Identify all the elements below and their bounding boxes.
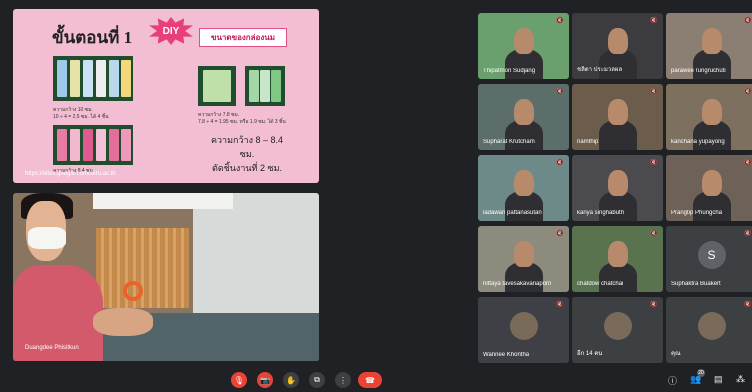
caption-2b: 7.8 ÷ 4 = 1.95 ซม. หรือ 1.9 ซม. ได้ 3 ชิ… — [198, 119, 286, 125]
more-options-button[interactable]: ⋮ — [335, 372, 351, 388]
mic-muted-icon: 🔇 — [556, 89, 564, 95]
mic-muted-icon: 🔇 — [744, 89, 752, 95]
participant-name: parawee rungruchuti — [671, 68, 726, 74]
mic-muted-icon: 🔇 — [744, 160, 752, 166]
participant-name: Thipatmon Sudjang — [483, 68, 536, 74]
presenter-name: https://sites.google.com/skru.ac.th — [25, 171, 116, 177]
product-image-1 — [53, 56, 133, 101]
participant-tile[interactable]: 🔇 ladawan pattanasutan — [478, 155, 569, 221]
avatar — [697, 312, 726, 340]
participant-name: ชลิตา ประมวลผล — [577, 67, 623, 73]
participant-name: คุณ — [671, 351, 681, 357]
participant-name: namthip — [577, 139, 599, 145]
slide-main-line-2: ตัดชิ้นงานที่ 2 ซม. — [211, 163, 283, 173]
chat-icon[interactable]: ▤ — [714, 374, 723, 385]
participant-name: ladawan pattanasutan — [483, 210, 542, 216]
avatar: S — [697, 241, 726, 269]
participant-name: kanchana yupayong — [671, 139, 725, 145]
present-button[interactable]: ⧉ — [309, 372, 325, 388]
participant-tile[interactable]: 🔇 Prangtip Phungcha — [666, 155, 752, 221]
participant-name: Suphaktra Buakert — [671, 281, 721, 287]
participant-tile[interactable]: S 🔇 Suphaktra Buakert — [666, 226, 752, 292]
participant-tile[interactable]: 🔇 kanya singhabuth — [572, 155, 663, 221]
mic-muted-icon: 🔇 — [650, 18, 658, 24]
participant-name: อีก 14 คน — [577, 351, 603, 357]
slide-box-label: ขนาดของกล่องนม — [199, 28, 287, 47]
mic-muted-icon: 🔇 — [556, 160, 564, 166]
product-image-4 — [245, 66, 285, 106]
caption-1b: 10 ÷ 4 = 2.5 ซม. ได้ 4 ชิ้น — [53, 114, 109, 120]
slide-main-line-1: ความกว้าง 8 – 8.4 ซม. — [210, 135, 284, 159]
participant-name: Wannee Khontha — [483, 352, 530, 358]
avatar — [509, 312, 538, 340]
participant-tile[interactable]: 🔇 parawee rungruchuti — [666, 13, 752, 79]
participant-name: kanya singhabuth — [577, 210, 625, 216]
participant-tile[interactable]: 🔇 Wannee Khontha — [478, 297, 569, 363]
mic-muted-icon: 🔇 — [650, 89, 658, 95]
diy-badge: DIY — [149, 17, 193, 45]
participant-tile[interactable]: 🔇 Supharat Krutcham — [478, 84, 569, 150]
raise-hand-button[interactable]: ✋ — [283, 372, 299, 388]
participant-name: chatdow chatchai — [577, 281, 624, 287]
mic-muted-icon: 🔇 — [650, 302, 658, 308]
people-count-badge: 20 — [697, 369, 705, 377]
slide-main-text: ความกว้าง 8 – 8.4 ซม. ตัดชิ้นงานที่ 2 ซม… — [204, 133, 290, 175]
participant-tile[interactable]: 🔇 nittaya tavesakavanaporn — [478, 226, 569, 292]
meeting-stage: { "presentation": { "title": "ขั้นตอนที่… — [0, 0, 752, 392]
mic-muted-icon: 🔇 — [744, 18, 752, 24]
end-call-button[interactable]: ☎ — [358, 372, 382, 388]
participant-tile[interactable]: 🔇 คุณ — [666, 297, 752, 363]
participant-tile[interactable]: 🔇 kanchana yupayong — [666, 84, 752, 150]
info-icon[interactable]: ⓘ — [668, 374, 677, 387]
scissors — [123, 281, 143, 301]
participant-tile[interactable]: 🔇 Thipatmon Sudjang — [478, 13, 569, 79]
mic-toggle-button[interactable]: 🎙 — [231, 372, 247, 388]
mic-muted-icon: 🔇 — [556, 302, 564, 308]
activities-icon[interactable]: ⁂ — [736, 374, 745, 385]
speaker-name: Duangdee Phisitkun — [25, 345, 79, 351]
mic-muted-icon: 🔇 — [744, 231, 752, 237]
product-image-3 — [198, 66, 236, 106]
participant-tile[interactable]: 🔇 chatdow chatchai — [572, 226, 663, 292]
mic-muted-icon: 🔇 — [744, 302, 752, 308]
avatar — [603, 312, 632, 340]
product-image-2 — [53, 125, 133, 165]
mic-muted-icon: 🔇 — [556, 18, 564, 24]
participant-tile[interactable]: 🔇 namthip — [572, 84, 663, 150]
participant-tile[interactable]: 🔇 ชลิตา ประมวลผล — [572, 13, 663, 79]
presentation-tile[interactable]: ขั้นตอนที่ 1 DIY ขนาดของกล่องนม ความกว้า… — [13, 9, 319, 183]
slide-title: ขั้นตอนที่ 1 — [52, 28, 133, 47]
camera-toggle-button[interactable]: 📷 — [257, 372, 273, 388]
participant-name: Prangtip Phungcha — [671, 210, 723, 216]
mic-muted-icon: 🔇 — [556, 231, 564, 237]
mic-muted-icon: 🔇 — [650, 231, 658, 237]
mic-muted-icon: 🔇 — [650, 160, 658, 166]
participant-name: Supharat Krutcham — [483, 139, 535, 145]
participant-tile[interactable]: 🔇 อีก 14 คน — [572, 297, 663, 363]
speaker-camera-tile[interactable]: Duangdee Phisitkun — [13, 193, 319, 361]
participant-name: nittaya tavesakavanaporn — [483, 281, 552, 287]
